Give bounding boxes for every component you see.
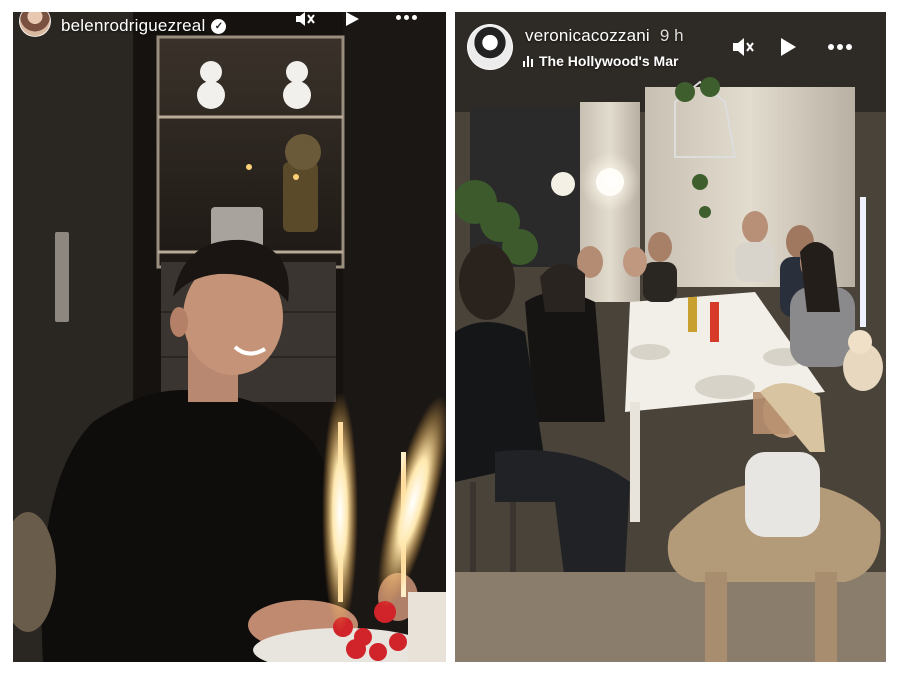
- username[interactable]: belenrodriguezreal: [61, 16, 205, 36]
- music-bars-icon: [523, 55, 533, 67]
- avatar[interactable]: [19, 12, 51, 37]
- story-photo-dinner: [455, 12, 886, 662]
- story-panel-left[interactable]: belenrodriguezreal ✓: [13, 12, 446, 662]
- story-photo-birthday: [13, 12, 446, 662]
- music-title: The Hollywood's Mar: [539, 53, 679, 69]
- verified-badge-icon: ✓: [211, 18, 227, 34]
- play-icon[interactable]: [343, 12, 361, 26]
- username[interactable]: veronicacozzani: [525, 26, 650, 46]
- mute-icon[interactable]: [293, 12, 317, 26]
- mute-icon[interactable]: [730, 36, 756, 58]
- more-icon[interactable]: [823, 42, 857, 52]
- more-icon[interactable]: [390, 12, 422, 22]
- avatar[interactable]: [467, 24, 513, 70]
- sparkler-candle: [322, 392, 358, 632]
- music-sticker[interactable]: The Hollywood's Mar: [523, 53, 678, 69]
- timestamp: 9 h: [659, 26, 684, 45]
- story-header: belenrodriguezreal ✓: [13, 12, 446, 40]
- story-panel-right[interactable]: veronicacozzani 9 h The Hollywood's Mar: [455, 12, 886, 662]
- play-icon[interactable]: [778, 37, 798, 57]
